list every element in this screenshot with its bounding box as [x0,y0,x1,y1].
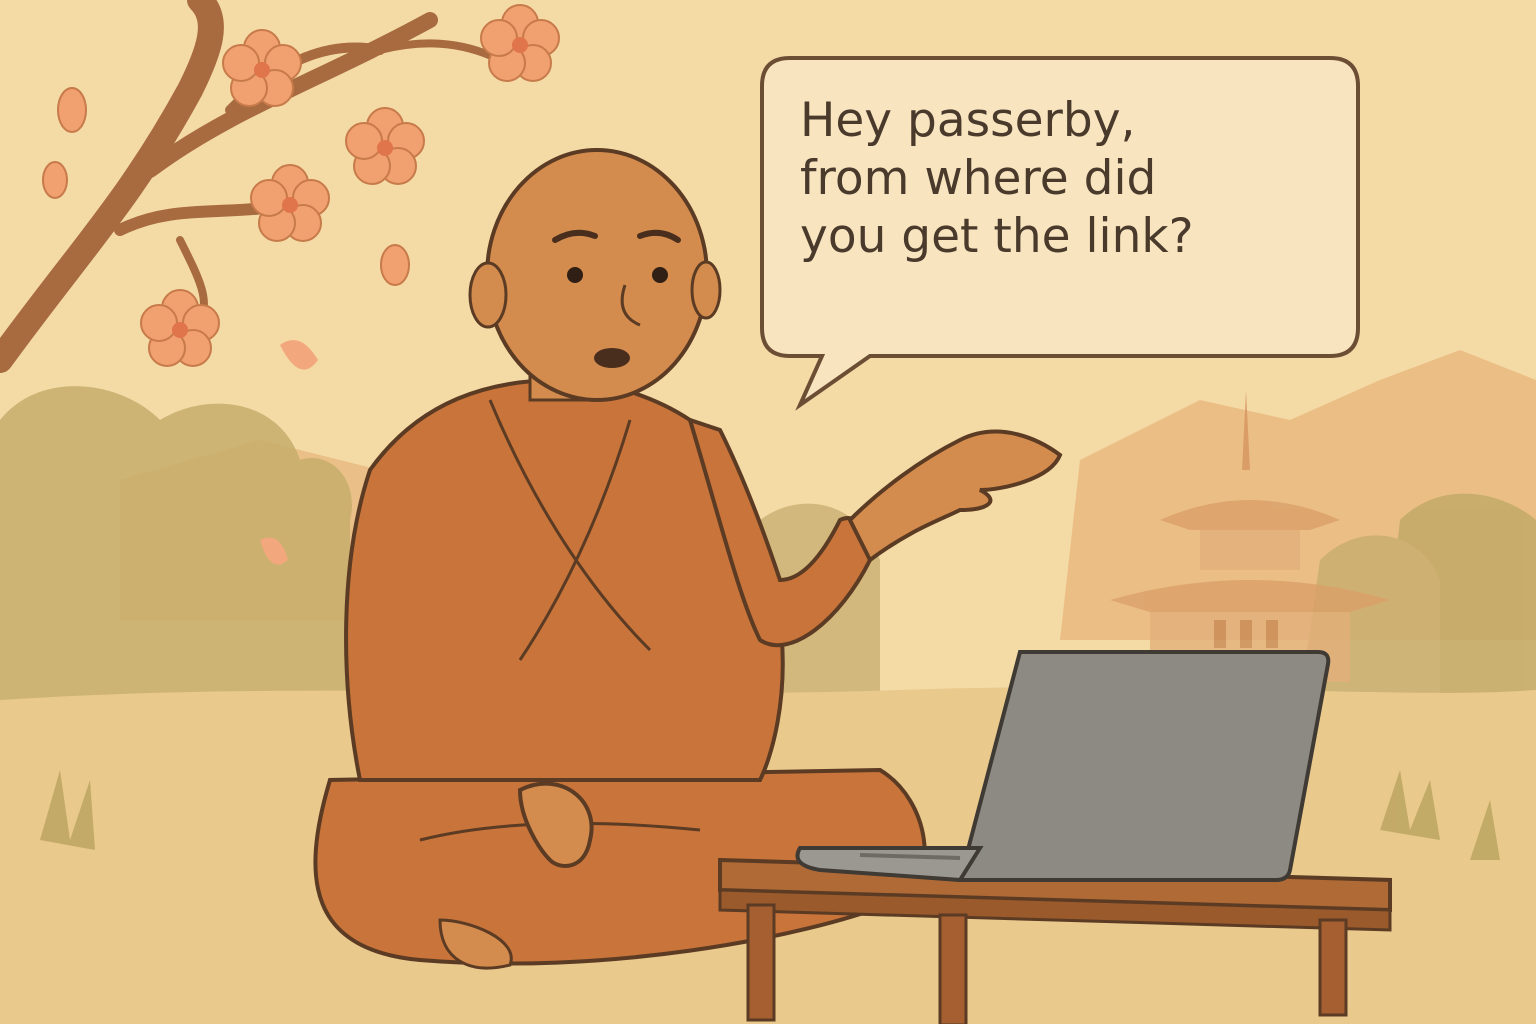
cartoon-scene: Hey passerby, from where did you get the… [0,0,1536,1024]
speech-line-3: you get the link? [800,209,1194,264]
speech-line-1: Hey passerby, [800,93,1136,148]
speech-bubble-text: Hey passerby, from where did you get the… [800,92,1320,266]
speech-line-2: from where did [800,151,1157,206]
